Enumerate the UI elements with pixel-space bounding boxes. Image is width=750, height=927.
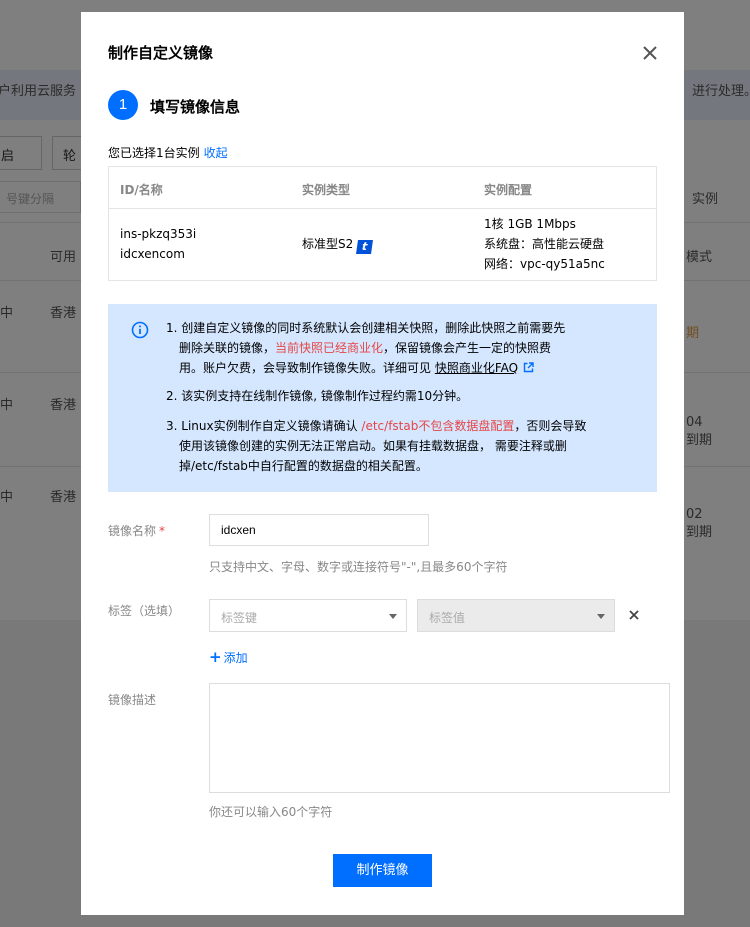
notice-item-1-line: 1. 创建自定义镜像的同时系统默认会创建相关快照，删除此快照之前需要先 xyxy=(166,321,566,335)
plus-icon: + xyxy=(209,648,222,666)
add-tag-label: 添加 xyxy=(223,651,248,665)
notice-item-1-line: 删除关联的镜像，当前快照已经商业化，保留镜像会产生一定的快照费 xyxy=(166,338,626,358)
image-name-input[interactable] xyxy=(209,514,429,546)
notice-box: 1. 创建自定义镜像的同时系统默认会创建相关快照，删除此快照之前需要先 删除关联… xyxy=(108,304,657,492)
notice-item-3: 3. Linux实例制作自定义镜像请确认 /etc/fstab不包含数据盘配置，… xyxy=(166,416,626,476)
notice-text: 用。账户欠费，会导致制作镜像失败。详细可见 xyxy=(179,361,435,375)
close-button[interactable] xyxy=(639,42,661,64)
notice-item-3-line: 掉/etc/fstab中自行配置的数据盘的相关配置。 xyxy=(179,459,428,473)
column-header-id: ID/名称 xyxy=(120,183,163,197)
tag-label: 标签（选填） xyxy=(108,604,181,618)
collapse-link[interactable]: 收起 xyxy=(204,146,228,160)
notice-warning-text: 当前快照已经商业化 xyxy=(275,341,384,355)
tag-key-placeholder: 标签键 xyxy=(221,611,258,625)
notice-warning-text: /etc/fstab不包含数据盘配置 xyxy=(361,419,515,433)
selected-instances-text: 您已选择1台实例 xyxy=(108,146,200,160)
tag-value-placeholder: 标签值 xyxy=(429,611,466,625)
tag-key-select[interactable]: 标签键 xyxy=(209,599,407,632)
notice-text: ，保留镜像会产生一定的快照费 xyxy=(383,341,552,355)
notice-text: 3. Linux实例制作自定义镜像请确认 xyxy=(166,419,362,433)
create-image-button[interactable]: 制作镜像 xyxy=(333,854,432,887)
config-network: 网络：vpc-qy51a5nc xyxy=(484,257,605,271)
notice-text: ，否则会导致 xyxy=(514,419,587,433)
description-textarea[interactable] xyxy=(209,683,670,793)
required-marker: * xyxy=(159,524,166,538)
snapshot-faq-link[interactable]: 快照商业化FAQ xyxy=(435,361,518,375)
notice-item-1-line: 用。账户欠费，会导致制作镜像失败。详细可见 快照商业化FAQ xyxy=(166,358,626,378)
add-tag-button[interactable]: + 添加 xyxy=(209,648,248,666)
column-header-config: 实例配置 xyxy=(484,183,533,197)
image-name-label-text: 镜像名称 xyxy=(108,524,157,538)
notice-item-1: 1. 创建自定义镜像的同时系统默认会创建相关快照，删除此快照之前需要先 删除关联… xyxy=(166,318,626,378)
instance-table: ID/名称 实例类型 实例配置 ins-pkzq353i idcxencom 标… xyxy=(108,166,657,281)
close-icon xyxy=(643,46,657,60)
caret-down-icon xyxy=(389,614,397,619)
caret-down-icon xyxy=(597,614,605,619)
instance-id: ins-pkzq353i xyxy=(120,227,197,241)
instance-type-cell: 标准型S2 t xyxy=(302,234,374,254)
instance-name: idcxencom xyxy=(120,247,185,261)
create-image-dialog: 制作自定义镜像 1 填写镜像信息 您已选择1台实例 收起 ID/名称 实例类型 实… xyxy=(81,12,684,915)
remove-tag-icon[interactable] xyxy=(626,607,642,623)
description-hint: 你还可以输入60个字符 xyxy=(209,805,333,819)
notice-item-3-line: 3. Linux实例制作自定义镜像请确认 /etc/fstab不包含数据盘配置，… xyxy=(166,416,626,436)
notice-item-3-line: 使用该镜像创建的实例无法正常启动。如果有挂载数据盘， 需要注释或删 xyxy=(179,439,567,453)
step-number-badge: 1 xyxy=(108,90,138,120)
info-icon xyxy=(131,321,149,339)
instance-type-badge-icon: t xyxy=(356,240,374,254)
instance-config-cell: 1核 1GB 1Mbps 系统盘：高性能云硬盘 网络：vpc-qy51a5nc xyxy=(484,214,605,274)
instance-id-cell: ins-pkzq353i idcxencom xyxy=(120,224,196,264)
image-name-hint: 只支持中文、字母、数字或连接符号"-",且最多60个字符 xyxy=(209,560,508,574)
dialog-title: 制作自定义镜像 xyxy=(108,44,214,62)
instance-type: 标准型S2 xyxy=(302,237,354,251)
table-header: ID/名称 实例类型 实例配置 xyxy=(109,167,656,209)
config-disk: 系统盘：高性能云硬盘 xyxy=(484,237,605,251)
selected-instances-line: 您已选择1台实例 收起 xyxy=(108,144,228,161)
config-spec: 1核 1GB 1Mbps xyxy=(484,217,576,231)
column-header-type: 实例类型 xyxy=(302,183,351,197)
tag-value-select[interactable]: 标签值 xyxy=(417,599,615,632)
image-name-label: 镜像名称 * xyxy=(108,522,165,539)
notice-item-2: 2. 该实例支持在线制作镜像, 镜像制作过程约需10分钟。 xyxy=(166,389,469,403)
description-label: 镜像描述 xyxy=(108,693,157,707)
external-link-icon[interactable] xyxy=(523,362,534,373)
step-title: 填写镜像信息 xyxy=(150,98,241,116)
notice-text: 删除关联的镜像， xyxy=(179,341,276,355)
